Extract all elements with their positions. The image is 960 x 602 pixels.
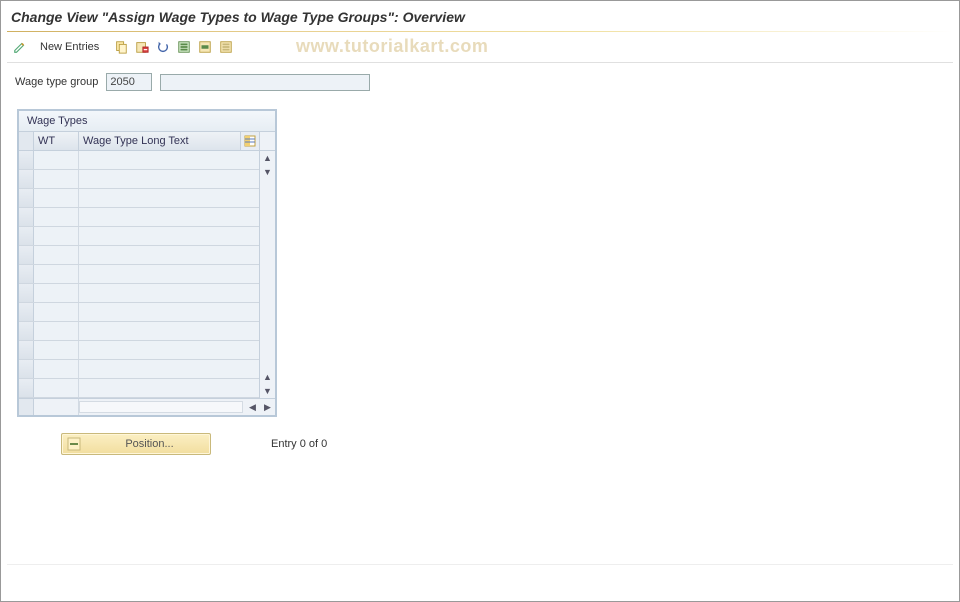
footer-row: Position... Entry 0 of 0	[61, 433, 959, 455]
cell-long-text[interactable]	[79, 208, 259, 226]
table-row[interactable]	[19, 151, 259, 170]
table-row[interactable]	[19, 246, 259, 265]
table-row[interactable]	[19, 322, 259, 341]
column-header-wt[interactable]: WT	[34, 132, 79, 150]
horizontal-scrollbar[interactable]: ◀ ▶	[19, 398, 275, 415]
row-selector[interactable]	[19, 208, 34, 226]
copy-button[interactable]	[112, 38, 130, 56]
cell-long-text[interactable]	[79, 341, 259, 359]
page-title: Change View "Assign Wage Types to Wage T…	[1, 1, 959, 31]
wage-types-table: Wage Types WT Wage Type Long Text	[17, 109, 277, 417]
title-divider	[7, 31, 953, 32]
cell-long-text[interactable]	[79, 265, 259, 283]
row-selector[interactable]	[19, 341, 34, 359]
column-header-long-text[interactable]: Wage Type Long Text	[79, 132, 241, 150]
scroll-track[interactable]	[260, 179, 275, 370]
delete-icon	[135, 40, 149, 54]
select-all-icon	[177, 40, 191, 54]
undo-button[interactable]	[154, 38, 172, 56]
copy-icon	[114, 40, 128, 54]
table-row[interactable]	[19, 284, 259, 303]
toggle-display-change-button[interactable]	[11, 38, 29, 56]
row-selector[interactable]	[19, 284, 34, 302]
cell-wt[interactable]	[34, 246, 79, 264]
row-selector[interactable]	[19, 265, 34, 283]
hscroll-left-button[interactable]: ◀	[245, 399, 260, 415]
row-selector[interactable]	[19, 189, 34, 207]
wage-type-group-description	[160, 74, 370, 91]
table-header-row: WT Wage Type Long Text	[19, 132, 259, 151]
row-selector[interactable]	[19, 151, 34, 169]
toolbar: New Entries	[1, 34, 959, 60]
table-row[interactable]	[19, 341, 259, 360]
undo-icon	[156, 40, 170, 54]
deselect-all-icon	[219, 40, 233, 54]
row-selector[interactable]	[19, 246, 34, 264]
position-icon	[65, 435, 83, 453]
position-button[interactable]: Position...	[61, 433, 211, 455]
footer-divider	[7, 564, 953, 565]
cell-wt[interactable]	[34, 208, 79, 226]
hscroll-track[interactable]	[79, 401, 243, 413]
cell-wt[interactable]	[34, 303, 79, 321]
cell-wt[interactable]	[34, 265, 79, 283]
scroll-small-up[interactable]: ▲	[260, 370, 275, 384]
table-settings-button[interactable]	[241, 132, 259, 150]
cell-wt[interactable]	[34, 170, 79, 188]
pencil-icon	[13, 40, 27, 54]
table-row[interactable]	[19, 303, 259, 322]
select-block-button[interactable]	[196, 38, 214, 56]
wage-type-group-value: 2050	[106, 73, 152, 91]
filter-row: Wage type group 2050	[1, 63, 959, 95]
scroll-down-button[interactable]: ▼	[260, 384, 275, 398]
cell-long-text[interactable]	[79, 379, 259, 397]
table-row[interactable]	[19, 379, 259, 398]
cell-long-text[interactable]	[79, 227, 259, 245]
cell-long-text[interactable]	[79, 151, 259, 169]
cell-long-text[interactable]	[79, 322, 259, 340]
delete-button[interactable]	[133, 38, 151, 56]
row-selector[interactable]	[19, 227, 34, 245]
select-block-icon	[198, 40, 212, 54]
cell-wt[interactable]	[34, 341, 79, 359]
table-row[interactable]	[19, 360, 259, 379]
entry-count-text: Entry 0 of 0	[271, 438, 327, 450]
cell-long-text[interactable]	[79, 189, 259, 207]
table-row[interactable]	[19, 208, 259, 227]
scroll-small-down[interactable]: ▼	[260, 165, 275, 179]
hscroll-right-button[interactable]: ▶	[260, 399, 275, 415]
deselect-all-button[interactable]	[217, 38, 235, 56]
cell-long-text[interactable]	[79, 170, 259, 188]
cell-long-text[interactable]	[79, 246, 259, 264]
row-selector[interactable]	[19, 360, 34, 378]
cell-long-text[interactable]	[79, 284, 259, 302]
new-entries-button[interactable]: New Entries	[34, 39, 105, 55]
table-row[interactable]	[19, 189, 259, 208]
cell-wt[interactable]	[34, 284, 79, 302]
cell-wt[interactable]	[34, 151, 79, 169]
cell-wt[interactable]	[34, 227, 79, 245]
row-selector[interactable]	[19, 170, 34, 188]
row-selector[interactable]	[19, 322, 34, 340]
cell-long-text[interactable]	[79, 303, 259, 321]
table-row[interactable]	[19, 170, 259, 189]
vertical-scrollbar[interactable]: ▲ ▼ ▲ ▼	[259, 132, 275, 398]
select-all-button[interactable]	[175, 38, 193, 56]
select-all-rows-header[interactable]	[19, 132, 34, 150]
row-selector[interactable]	[19, 303, 34, 321]
cell-wt[interactable]	[34, 189, 79, 207]
cell-long-text[interactable]	[79, 360, 259, 378]
cell-wt[interactable]	[34, 379, 79, 397]
watermark-text: www.tutorialkart.com	[296, 36, 488, 57]
scroll-up-button[interactable]: ▲	[260, 151, 275, 165]
table-settings-icon	[244, 135, 256, 147]
wage-type-group-label: Wage type group	[15, 76, 98, 88]
table-title: Wage Types	[19, 111, 275, 132]
cell-wt[interactable]	[34, 360, 79, 378]
table-row[interactable]	[19, 265, 259, 284]
position-button-label: Position...	[89, 438, 210, 450]
table-row[interactable]	[19, 227, 259, 246]
cell-wt[interactable]	[34, 322, 79, 340]
row-selector[interactable]	[19, 379, 34, 397]
